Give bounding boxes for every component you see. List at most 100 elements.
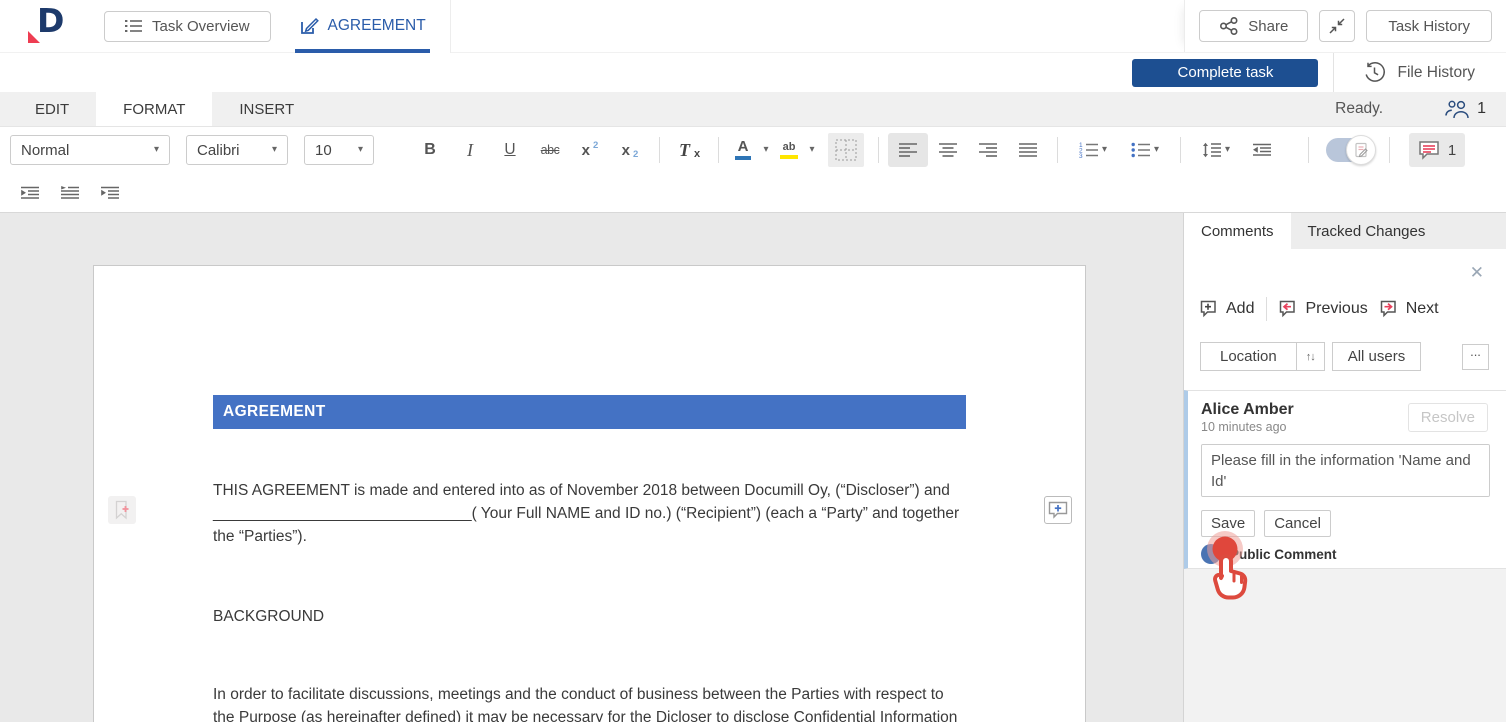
tab-format[interactable]: FORMAT	[96, 92, 212, 126]
resolve-button[interactable]: Resolve	[1408, 403, 1488, 432]
font-size-dropdown[interactable]: 10 ▾	[304, 135, 374, 165]
action-bar: Complete task File History	[0, 53, 1506, 92]
collapse-view-button[interactable]	[1319, 10, 1355, 42]
underline-button[interactable]: U	[490, 133, 530, 167]
share-button[interactable]: Share	[1199, 10, 1308, 42]
task-overview-button[interactable]: Task Overview	[104, 11, 271, 42]
align-left-button[interactable]	[888, 133, 928, 167]
status-text: Ready.	[1335, 100, 1383, 118]
document-heading: BACKGROUND	[213, 605, 969, 628]
font-color-button[interactable]: A	[728, 133, 758, 167]
document-paragraph: THIS AGREEMENT is made and entered into …	[213, 479, 969, 548]
cancel-button[interactable]: Cancel	[1264, 510, 1331, 537]
comments-count-value: 1	[1448, 142, 1456, 159]
toolbar-divider	[1308, 137, 1309, 163]
public-comment-toggle[interactable]	[1201, 544, 1221, 564]
italic-button[interactable]: I	[450, 133, 490, 167]
borders-button[interactable]	[828, 133, 864, 167]
content-area: AGREEMENT THIS AGREEMENT is made and ent…	[0, 212, 1506, 722]
superscript-button[interactable]: x2	[570, 133, 610, 167]
sort-direction-button[interactable]: ↑↓	[1296, 343, 1324, 370]
strikethrough-button[interactable]: abc	[530, 133, 570, 167]
caret-down-icon: ▾	[154, 145, 159, 155]
document-page[interactable]: AGREEMENT THIS AGREEMENT is made and ent…	[93, 265, 1086, 722]
complete-task-button[interactable]: Complete task	[1132, 59, 1318, 87]
document-paragraph: In order to facilitate discussions, meet…	[213, 683, 969, 722]
user-filter-dropdown[interactable]: All users	[1332, 342, 1422, 371]
align-right-button[interactable]	[968, 133, 1008, 167]
format-toolbar: Normal ▾ Calibri ▾ 10 ▾ B I U abc x2 x2 …	[0, 127, 1506, 173]
next-comment-button[interactable]: Next	[1380, 300, 1439, 318]
clear-formatting-button[interactable]: Tx	[669, 133, 709, 167]
add-bubble-icon	[1200, 300, 1220, 318]
close-panel-button[interactable]: ✕	[1470, 263, 1484, 283]
history-clock-icon	[1363, 61, 1386, 84]
align-right-icon	[979, 143, 997, 157]
save-button[interactable]: Save	[1201, 510, 1255, 537]
logo-letter: D	[37, 1, 64, 40]
highlight-color-button[interactable]: ab	[774, 133, 804, 167]
caret-down-icon: ▾	[272, 145, 277, 155]
sort-by-value[interactable]: Location	[1201, 343, 1296, 370]
task-history-button[interactable]: Task History	[1366, 10, 1492, 42]
add-comment-icon	[1048, 501, 1068, 519]
font-family-dropdown[interactable]: Calibri ▾	[186, 135, 288, 165]
subscript-button[interactable]: x2	[610, 133, 650, 167]
comment-nav-row: Add Previous Next	[1200, 297, 1439, 321]
borders-icon	[835, 139, 857, 161]
documill-logo[interactable]: D	[26, 7, 70, 45]
tab-agreement[interactable]: AGREEMENT	[295, 0, 451, 53]
increase-indent-button[interactable]	[10, 176, 50, 210]
add-bookmark-button[interactable]	[108, 496, 136, 524]
comments-count-button[interactable]: 1	[1409, 133, 1465, 167]
panel-tabs-filler	[1442, 213, 1506, 249]
more-options-button[interactable]: ...	[1462, 344, 1489, 370]
hanging-indent-button[interactable]	[90, 176, 130, 210]
public-comment-label: Public Comment	[1230, 547, 1337, 562]
next-label: Next	[1406, 300, 1439, 318]
add-comment-margin-button[interactable]	[1044, 496, 1072, 524]
bullet-list-button[interactable]: ▾	[1119, 133, 1171, 167]
indent-toolbar	[0, 173, 1506, 212]
align-justify-button[interactable]	[1008, 133, 1048, 167]
numbered-list-button[interactable]: 123 ▾	[1067, 133, 1119, 167]
previous-bubble-icon	[1279, 300, 1299, 318]
add-comment-button[interactable]: Add	[1200, 300, 1254, 318]
comment-card: Alice Amber 10 minutes ago Resolve Pleas…	[1184, 390, 1506, 569]
tracked-doc-icon	[1354, 142, 1369, 158]
previous-comment-button[interactable]: Previous	[1279, 300, 1367, 318]
bold-button[interactable]: B	[410, 133, 450, 167]
tracked-changes-toggle[interactable]	[1326, 138, 1372, 162]
paragraph-style-value: Normal	[21, 142, 154, 159]
next-bubble-icon	[1380, 300, 1400, 318]
action-bar-right: Complete task File History	[1132, 53, 1506, 92]
first-line-indent-icon	[60, 186, 80, 200]
tab-comments[interactable]: Comments	[1184, 213, 1291, 249]
comment-visibility-row: Public Comment	[1201, 544, 1490, 564]
align-justify-icon	[1019, 143, 1037, 157]
toolbar-divider	[1389, 137, 1390, 163]
align-center-button[interactable]	[928, 133, 968, 167]
tab-insert[interactable]: INSERT	[212, 92, 321, 126]
paragraph-style-dropdown[interactable]: Normal ▾	[10, 135, 170, 165]
edit-document-icon	[299, 16, 319, 36]
decrease-indent-button[interactable]	[1242, 133, 1282, 167]
comment-bubble-icon	[1418, 140, 1440, 160]
online-users-indicator[interactable]: 1	[1445, 100, 1486, 119]
line-spacing-button[interactable]: ▾	[1190, 133, 1242, 167]
sort-by-dropdown[interactable]: Location ↑↓	[1200, 342, 1325, 371]
panel-tabs: Comments Tracked Changes	[1184, 213, 1506, 249]
highlight-menu-button[interactable]: ▾	[804, 133, 820, 167]
toolbar-divider	[878, 137, 879, 163]
users-icon	[1445, 100, 1470, 119]
comment-actions: Save Cancel	[1201, 510, 1490, 537]
tab-tracked-changes[interactable]: Tracked Changes	[1291, 213, 1443, 249]
comment-textarea[interactable]: Please fill in the information 'Name and…	[1201, 444, 1490, 497]
caret-down-icon: ▾	[358, 145, 363, 155]
highlight-color-swatch	[780, 155, 798, 159]
task-overview-label: Task Overview	[152, 18, 250, 35]
tab-edit[interactable]: EDIT	[8, 92, 96, 126]
font-color-menu-button[interactable]: ▾	[758, 133, 774, 167]
first-line-indent-button[interactable]	[50, 176, 90, 210]
file-history-button[interactable]: File History	[1334, 53, 1506, 92]
